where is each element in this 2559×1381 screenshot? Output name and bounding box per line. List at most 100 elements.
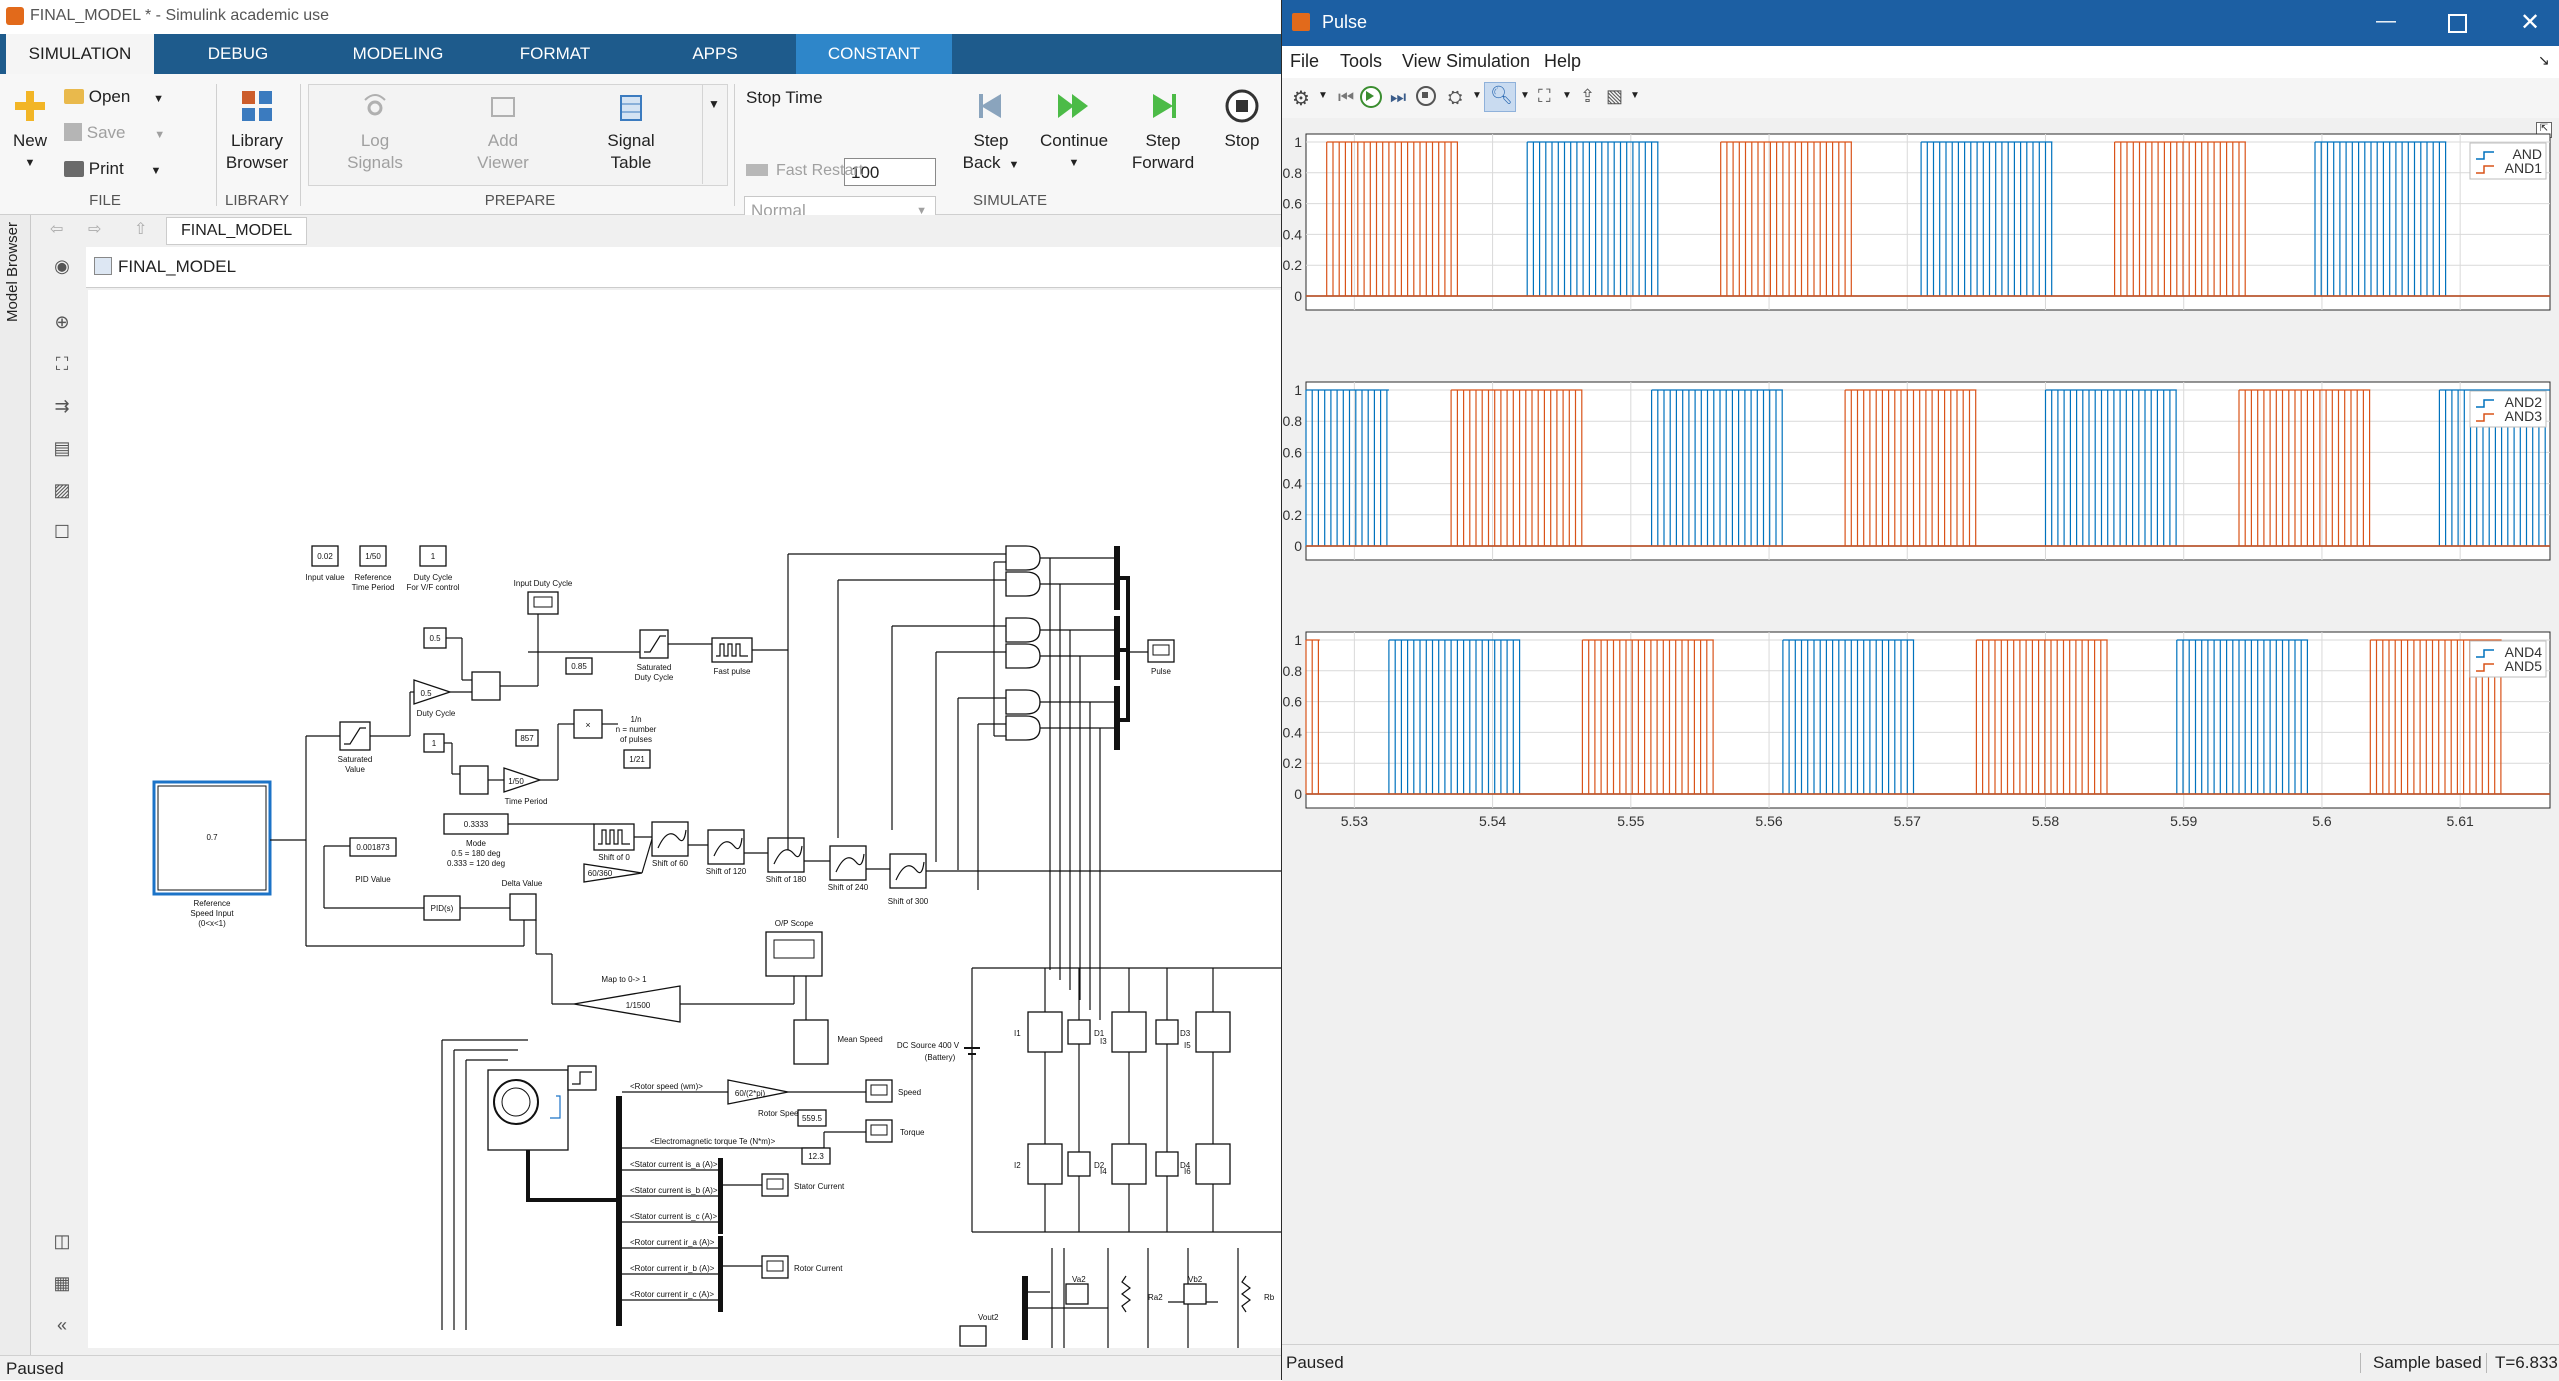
measurement-mux[interactable] — [1022, 1276, 1028, 1340]
menu-view[interactable]: View — [1402, 51, 1441, 72]
reference-speed-block[interactable]: 0.7 — [152, 780, 272, 896]
vb2-voltmeter[interactable] — [1183, 1283, 1207, 1305]
mux-1[interactable] — [1114, 546, 1120, 610]
settings-dropdown-icon[interactable]: ▼ — [1318, 90, 1328, 101]
mux-2[interactable] — [1114, 616, 1120, 680]
save-button[interactable]: Save ▼ — [64, 123, 165, 143]
delta-sum-block[interactable] — [509, 893, 537, 921]
fast-restart-button[interactable]: Fast Restart — [746, 162, 863, 180]
breadcrumb[interactable]: FINAL_MODEL — [166, 217, 308, 245]
pid-value-display[interactable]: 0.001873 — [349, 837, 397, 857]
legend[interactable]: AND2AND3 — [2469, 390, 2547, 428]
zoom-icon[interactable]: ⊕ — [51, 311, 73, 333]
autoscale-icon[interactable]: ⛶ — [1538, 86, 1551, 107]
legend[interactable]: AND4AND5 — [2469, 640, 2547, 678]
pulse-scope-block[interactable] — [1147, 639, 1175, 663]
speed-scope[interactable] — [865, 1079, 893, 1103]
duty-cycle-gain[interactable] — [413, 679, 453, 705]
menu-file[interactable]: File — [1290, 51, 1319, 72]
shift-180-block[interactable] — [767, 837, 805, 873]
arrows-icon[interactable]: ⇉ — [51, 395, 73, 417]
zoom-dropdown-icon[interactable]: ▼ — [1520, 90, 1530, 101]
library-browser-button[interactable]: Library Browser — [222, 88, 292, 174]
tab-constant[interactable]: CONSTANT — [796, 34, 952, 74]
torque-display[interactable]: 12.3 — [801, 1147, 831, 1165]
display-1-21[interactable]: 1/21 — [623, 749, 651, 769]
scope-plots[interactable]: 1 0.8 0.6 0.4 0.2 0 ANDAND1 1 0.8 0.6 0.4 0.2 0 AND2A… — [1282, 118, 2559, 1344]
fit-view-icon[interactable]: ⛶ — [51, 353, 73, 375]
measurements-dropdown-icon[interactable]: ▼ — [1630, 90, 1640, 101]
log-signals-button[interactable]: Log Signals — [340, 92, 410, 174]
settings-gear-icon[interactable]: ⚙ — [1292, 86, 1310, 111]
tab-modeling[interactable]: MODELING — [330, 34, 466, 74]
new-button[interactable]: New ▼ — [8, 88, 52, 174]
tab-simulation[interactable]: SIMULATION — [6, 34, 154, 74]
tab-debug[interactable]: DEBUG — [178, 34, 298, 74]
torque-scope[interactable] — [865, 1119, 893, 1143]
shift-120-block[interactable] — [707, 829, 745, 865]
collapse-icon[interactable]: « — [51, 1314, 73, 1336]
model-canvas[interactable]: .blk{fill:#fff;stroke:#111;stroke-width:… — [88, 290, 1281, 1348]
shift-240-block[interactable] — [829, 845, 867, 881]
mux-3[interactable] — [1114, 686, 1120, 750]
minimize-icon[interactable]: — — [2376, 10, 2396, 33]
menu-simulation[interactable]: Simulation — [1446, 51, 1530, 72]
reference-time-period-block[interactable]: 1/50 — [359, 545, 387, 567]
camera-icon[interactable]: ◫ — [51, 1230, 73, 1252]
signal-table-button[interactable]: Signal Table — [594, 92, 668, 174]
multiply-block[interactable]: × — [573, 709, 603, 739]
gallery-expand-icon[interactable]: ▼ — [702, 84, 725, 184]
va2-voltmeter[interactable] — [1065, 1283, 1089, 1305]
autoscale-dropdown-icon[interactable]: ▼ — [1562, 90, 1572, 101]
input-value-block[interactable]: 0.02 — [311, 545, 339, 567]
model-browser-tab[interactable]: Model Browser — [4, 222, 21, 322]
display-085[interactable]: 0.85 — [565, 657, 593, 675]
ra2-resistor[interactable] — [1121, 1275, 1131, 1313]
model-data-icon[interactable]: ▦ — [51, 1272, 73, 1294]
highlight-dropdown-icon[interactable]: ▼ — [1472, 90, 1482, 101]
duty-product-block[interactable] — [471, 671, 501, 701]
annotation-icon[interactable]: ▤ — [51, 437, 73, 459]
highlight-simulink-icon[interactable]: ⛭ — [1448, 87, 1462, 108]
shift-0-block[interactable] — [593, 823, 635, 851]
triggers-icon[interactable]: ⇪ — [1580, 86, 1595, 107]
shift-300-block[interactable] — [889, 853, 927, 889]
const-1-block[interactable]: 1 — [423, 733, 445, 753]
rotor-current-scope[interactable] — [761, 1255, 789, 1279]
continue-button[interactable]: Continue ▼ — [1034, 88, 1114, 174]
vout2-scope[interactable] — [959, 1325, 987, 1347]
mode-constant[interactable]: 0.3333 — [443, 813, 509, 835]
saturated-value-block[interactable] — [339, 721, 371, 751]
fast-pulse-block[interactable] — [711, 637, 753, 663]
print-button[interactable]: Print ▼ — [64, 159, 161, 179]
step-input-block[interactable] — [567, 1065, 597, 1091]
rpm-display[interactable]: 559.5 — [797, 1109, 827, 1127]
menu-dock-icon[interactable]: ↘ — [2538, 52, 2550, 69]
tab-apps[interactable]: APPS — [652, 34, 778, 74]
forward-arrow-icon[interactable]: ⇨ — [88, 219, 101, 239]
back-arrow-icon[interactable]: ⇦ — [50, 219, 63, 239]
area-icon[interactable]: ☐ — [51, 521, 73, 543]
step-back-scope-icon[interactable]: ⏮ — [1338, 87, 1354, 108]
measurements-icon[interactable]: ▧ — [1606, 86, 1623, 107]
period-product-block[interactable] — [459, 765, 489, 795]
scope-axes-2[interactable]: 1 0.8 0.6 0.4 0.2 0 AND2AND3 — [1283, 381, 2551, 561]
step-forward-scope-icon[interactable]: ⏭ — [1390, 87, 1406, 108]
menu-tools[interactable]: Tools — [1340, 51, 1382, 72]
stop-button[interactable]: Stop — [1212, 88, 1272, 152]
induction-motor-block[interactable] — [487, 1069, 569, 1151]
duty-cycle-vf-block[interactable]: 1 — [419, 545, 447, 567]
scope-axes-1[interactable]: 1 0.8 0.6 0.4 0.2 0 ANDAND1 — [1283, 133, 2551, 311]
legend[interactable]: ANDAND1 — [2469, 142, 2547, 180]
rotor-mux[interactable] — [718, 1236, 723, 1312]
hide-show-icon[interactable]: ◉ — [51, 255, 73, 277]
maximize-icon[interactable] — [2448, 14, 2467, 33]
stator-mux[interactable] — [718, 1158, 723, 1234]
close-icon[interactable]: ✕ — [2520, 8, 2540, 37]
saturated-duty-block[interactable] — [639, 629, 669, 659]
scope-axes-3[interactable]: 1 0.8 0.6 0.4 0.2 0 AND4AND5 — [1283, 631, 2551, 809]
tab-format[interactable]: FORMAT — [494, 34, 616, 74]
step-forward-button[interactable]: Step Forward — [1126, 88, 1200, 174]
up-arrow-icon[interactable]: ⇧ — [134, 219, 147, 239]
rb-resistor[interactable] — [1241, 1275, 1251, 1313]
